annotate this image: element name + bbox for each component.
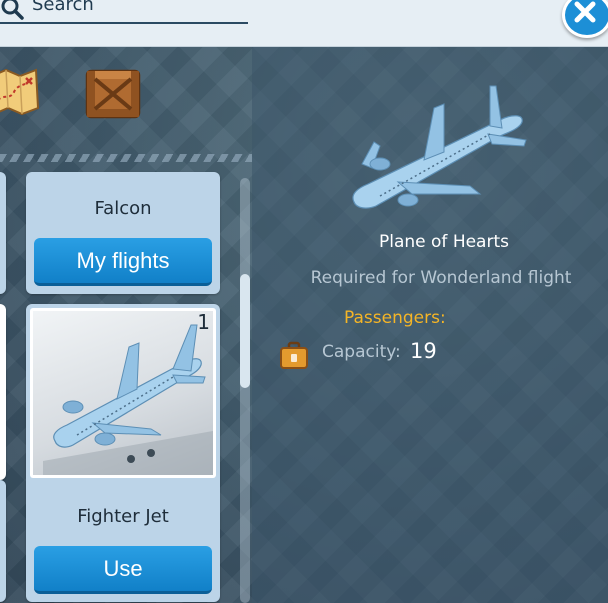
- game-screen: Search Falcon My flights 1 Fighter Jet U…: [0, 0, 608, 603]
- scrollbar-thumb[interactable]: [240, 274, 250, 388]
- list-item-partial[interactable]: [0, 304, 6, 480]
- list-item[interactable]: Falcon My flights: [26, 172, 220, 294]
- suitcase-icon: [279, 340, 309, 370]
- close-icon: [574, 1, 596, 23]
- item-image-frame: 1: [30, 308, 216, 478]
- wooden-crate-icon[interactable]: [84, 68, 142, 120]
- search-input[interactable]: Search: [32, 0, 94, 15]
- selected-item-name: Plane of Hearts: [379, 232, 509, 252]
- item-name: Falcon: [94, 198, 152, 219]
- list-item-partial[interactable]: [0, 480, 6, 602]
- item-image: [33, 311, 213, 475]
- search-bar: Search: [0, 0, 608, 47]
- capacity-label: Capacity:: [322, 342, 401, 362]
- airplane-icon: [43, 324, 213, 475]
- use-button[interactable]: Use: [34, 546, 212, 594]
- treasure-map-icon[interactable]: [0, 64, 44, 120]
- close-button[interactable]: [562, 0, 608, 38]
- item-name: Fighter Jet: [77, 506, 169, 527]
- passengers-heading: Passengers:: [344, 308, 446, 328]
- my-flights-button[interactable]: My flights: [34, 238, 212, 286]
- requirement-text: Required for Wonderland flight: [310, 268, 572, 288]
- search-underline: [0, 22, 248, 24]
- scrollbar-track[interactable]: [240, 178, 250, 603]
- category-divider: [0, 154, 252, 162]
- item-count-badge: 1: [197, 310, 210, 334]
- search-icon[interactable]: [0, 0, 28, 22]
- list-item-partial[interactable]: [0, 172, 6, 294]
- capacity-value: 19: [410, 339, 437, 363]
- list-item[interactable]: 1 Fighter Jet Use: [26, 304, 220, 602]
- airplane-icon: [340, 84, 540, 224]
